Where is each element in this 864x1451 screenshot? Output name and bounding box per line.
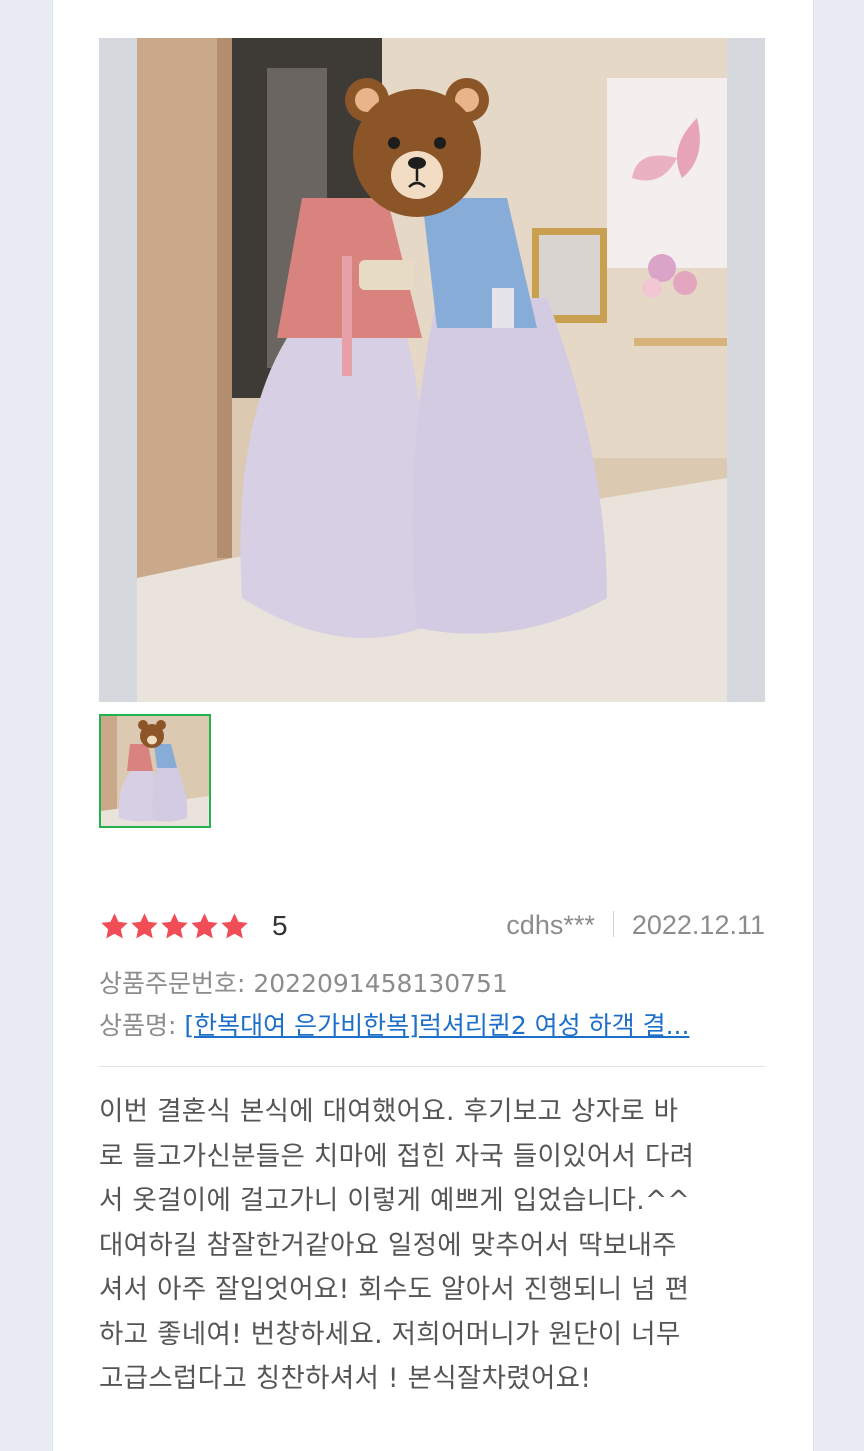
review-text-line: 이번 결혼식 본식에 대여했어요. 후기보고 상자로 바 xyxy=(99,1096,679,1127)
divider xyxy=(99,1066,765,1067)
review-text: 이번 결혼식 본식에 대여했어요. 후기보고 상자로 바 로 들고가신분들은 치… xyxy=(99,1090,765,1402)
author-id: cdhs*** xyxy=(506,910,595,940)
product-label: 상품명: xyxy=(99,1011,185,1040)
review-text-line: 대여하길 참잘한거같아요 일정에 맞추어서 딱보내주 xyxy=(99,1229,677,1261)
star-icon xyxy=(99,911,130,942)
star-icon xyxy=(159,911,190,942)
review-text-line: 로 들고가신분들은 치마에 접힌 자국 들이있어서 다려 xyxy=(99,1140,695,1172)
review-text-line: 고급스럽다고 칭찬하셔서 ! 본식잘차렸어요! xyxy=(99,1363,592,1394)
product-info: 상품명: [한복대여 은가비한복]럭셔리퀸2 여성 하객 결... xyxy=(99,1006,749,1042)
rating-row: 5 cdhs*** 2022.12.11 xyxy=(99,908,765,948)
order-number: 상품주문번호: 2022091458130751 xyxy=(99,969,508,998)
meta-separator xyxy=(612,911,614,937)
review-date: 2022.12.11 xyxy=(631,910,765,940)
review-text-line: 서 옷걸이에 걸고가니 이렇게 예쁘게 입었습니다.^^ xyxy=(99,1185,690,1216)
review-meta: cdhs*** 2022.12.11 xyxy=(506,910,765,941)
review-text-line: 하고 좋네여! 번창하세요. 저희어머니가 원단이 너무 xyxy=(99,1318,681,1350)
review-photo[interactable] xyxy=(99,38,765,702)
star-icon xyxy=(189,911,220,942)
review-photo-thumbnail[interactable] xyxy=(99,714,211,828)
review-text-line: 셔서 아주 잘입엇어요! 회수도 알아서 진행되니 넘 편 xyxy=(99,1274,690,1305)
rating-score: 5 xyxy=(272,910,288,941)
product-name-link[interactable]: [한복대여 은가비한복]럭셔리퀸2 여성 하객 결... xyxy=(184,1011,689,1040)
star-icon xyxy=(219,911,250,942)
star-rating xyxy=(99,911,249,945)
star-icon xyxy=(129,911,160,942)
